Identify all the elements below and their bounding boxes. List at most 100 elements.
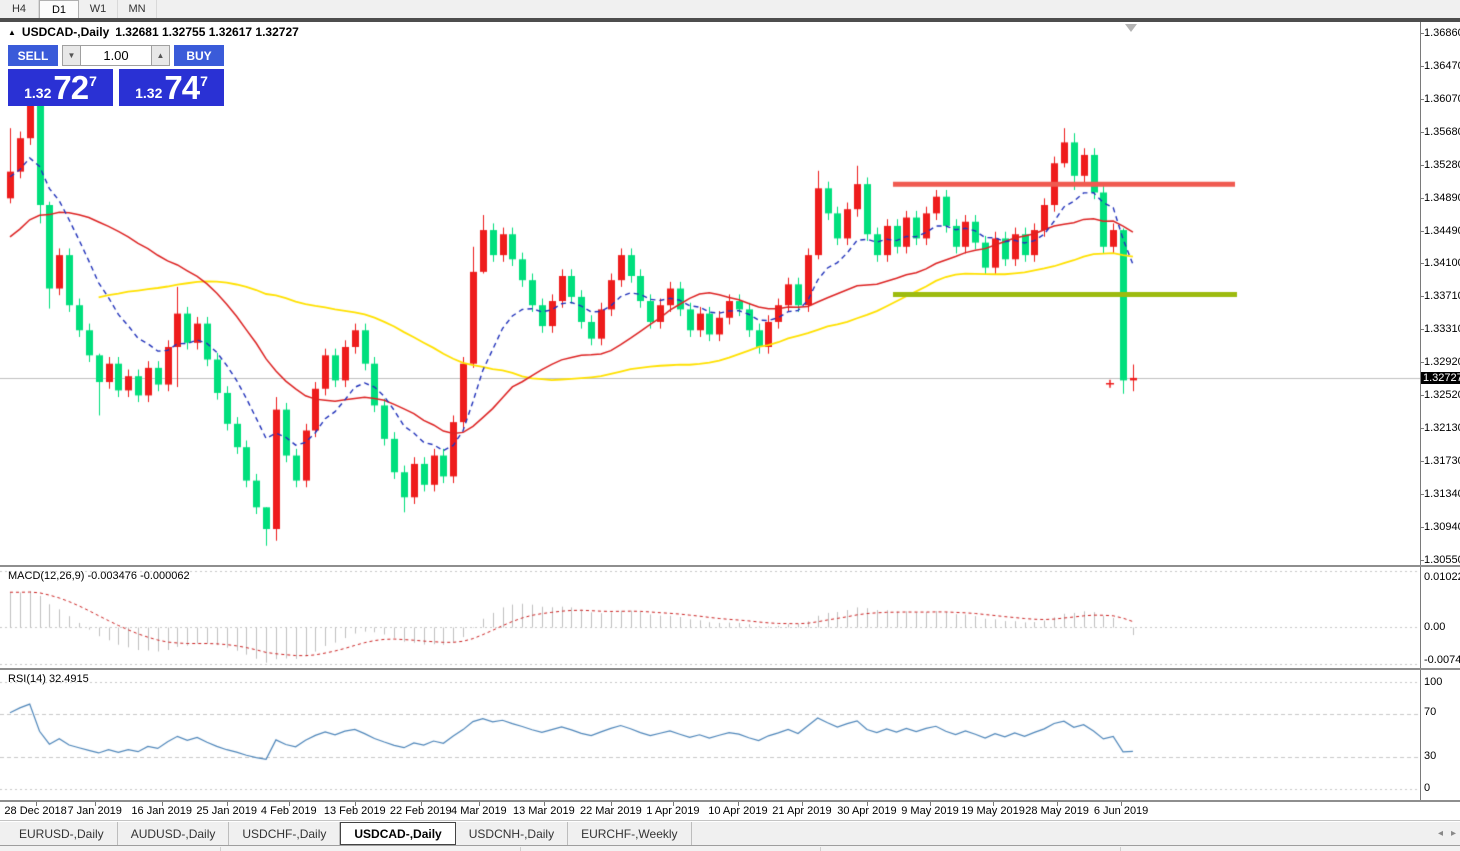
axis-tick: [1420, 560, 1424, 561]
volume-increase-icon[interactable]: ▲: [151, 45, 170, 66]
date-axis-label: 1 Apr 2019: [646, 805, 699, 817]
timeframe-button-h4[interactable]: H4: [0, 0, 39, 18]
axis-tick: [1420, 165, 1424, 166]
next-window-edge: [0, 845, 1460, 851]
price-axis-label: 1.34890: [1424, 192, 1460, 204]
price-axis-label: 1.33310: [1424, 323, 1460, 335]
tab-scroll-right-icon[interactable]: ▸: [1451, 828, 1456, 839]
axis-tick: [1420, 33, 1424, 34]
date-axis-tick: [95, 802, 96, 806]
tab-audusd-daily[interactable]: AUDUSD-,Daily: [118, 822, 230, 845]
collapse-arrow-icon[interactable]: ▲: [8, 28, 16, 37]
panel-separator[interactable]: [0, 668, 1460, 670]
date-axis-label: 4 Mar 2019: [451, 805, 507, 817]
price-axis-label: 1.30550: [1424, 554, 1460, 566]
date-axis-tick: [289, 802, 290, 806]
date-axis-label: 16 Jan 2019: [131, 805, 192, 817]
date-axis-label: 22 Mar 2019: [580, 805, 642, 817]
timeframe-button-w1[interactable]: W1: [79, 0, 118, 18]
price-axis-label: 1.30940: [1424, 521, 1460, 533]
date-axis-label: 22 Feb 2019: [390, 805, 452, 817]
axis-tick: [1420, 362, 1424, 363]
date-axis-label: 30 Apr 2019: [837, 805, 896, 817]
buy-price-big: 74: [164, 71, 199, 104]
date-axis-tick: [930, 802, 931, 806]
buy-button[interactable]: BUY: [174, 45, 224, 66]
macd-indicator-canvas[interactable]: [0, 567, 1420, 668]
tab-usdcad-daily[interactable]: USDCAD-,Daily: [340, 822, 455, 845]
symbol-period-label: USDCAD-,Daily: [22, 25, 109, 39]
date-axis-tick: [355, 802, 356, 806]
axis-tick: [1420, 99, 1424, 100]
price-axis-label: 1.35280: [1424, 159, 1460, 171]
price-axis-label: 1.36070: [1424, 93, 1460, 105]
date-axis-tick: [227, 802, 228, 806]
panel-separator[interactable]: [0, 565, 1460, 567]
buy-price-sup: 7: [200, 73, 208, 89]
buy-price-small: 1.32: [135, 85, 162, 101]
axis-tick: [1420, 66, 1424, 67]
date-axis-label: 13 Mar 2019: [513, 805, 575, 817]
date-axis-label: 19 May 2019: [961, 805, 1025, 817]
date-axis-label: 6 Jun 2019: [1094, 805, 1148, 817]
tab-eurchf-weekly[interactable]: EURCHF-,Weekly: [568, 822, 691, 845]
axis-tick: [1420, 428, 1424, 429]
date-axis-tick: [479, 802, 480, 806]
indicator-axis-label: 0.010229: [1424, 571, 1460, 583]
volume-input[interactable]: 1.00: [81, 45, 151, 66]
price-axis-label: 1.31340: [1424, 488, 1460, 500]
price-axis-label: 1.34100: [1424, 257, 1460, 269]
axis-tick: [1420, 527, 1424, 528]
price-axis-label: 1.34490: [1424, 225, 1460, 237]
timeframe-button-d1[interactable]: D1: [39, 0, 79, 18]
sell-price-small: 1.32: [24, 85, 51, 101]
date-axis-tick: [421, 802, 422, 806]
chart-title: ▲ USDCAD-,Daily 1.32681 1.32755 1.32617 …: [8, 25, 299, 39]
tab-usdchf-daily[interactable]: USDCHF-,Daily: [229, 822, 340, 845]
tab-eurusd-daily[interactable]: EURUSD-,Daily: [6, 822, 118, 845]
tab-scroll-arrows: ◂ ▸: [1438, 822, 1456, 845]
date-axis-tick: [802, 802, 803, 806]
axis-tick: [1420, 198, 1424, 199]
date-axis-tick: [673, 802, 674, 806]
auto-scroll-marker-icon[interactable]: [1125, 24, 1137, 32]
price-axis-label: 1.35680: [1424, 126, 1460, 138]
indicator-axis-label: 0.00: [1424, 621, 1460, 633]
chart-tab-bar: EURUSD-,Daily AUDUSD-,Daily USDCHF-,Dail…: [0, 822, 1460, 845]
timeframe-toolbar: H4 D1 W1 MN: [0, 0, 1460, 19]
date-axis-label: 10 Apr 2019: [708, 805, 767, 817]
axis-tick: [1420, 395, 1424, 396]
tab-usdcnh-daily[interactable]: USDCNH-,Daily: [456, 822, 568, 845]
price-axis-label: 1.33710: [1424, 290, 1460, 302]
date-axis-tick: [738, 802, 739, 806]
axis-tick: [1420, 231, 1424, 232]
date-axis-label: 21 Apr 2019: [772, 805, 831, 817]
price-axis-border: [1420, 22, 1421, 800]
price-axis-label: 1.31730: [1424, 455, 1460, 467]
date-axis-label: 28 May 2019: [1025, 805, 1089, 817]
current-price-badge: 1.32727: [1421, 372, 1460, 384]
price-axis-label: 1.36470: [1424, 60, 1460, 72]
rsi-indicator-canvas[interactable]: [0, 670, 1420, 800]
axis-tick: [1420, 329, 1424, 330]
tab-scroll-left-icon[interactable]: ◂: [1438, 828, 1443, 839]
sell-price-panel[interactable]: 1.32 72 7: [8, 69, 113, 106]
macd-label: MACD(12,26,9) -0.003476 -0.000062: [8, 570, 190, 582]
indicator-axis-label: 0: [1424, 782, 1460, 794]
date-axis-label: 4 Feb 2019: [261, 805, 317, 817]
axis-tick: [1420, 132, 1424, 133]
date-axis-tick: [36, 802, 37, 806]
sell-button[interactable]: SELL: [8, 45, 58, 66]
indicator-axis-label: -0.00747: [1424, 654, 1460, 666]
volume-decrease-icon[interactable]: ▼: [62, 45, 81, 66]
date-axis-label: 9 May 2019: [901, 805, 958, 817]
date-axis-label: 28 Dec 2018: [4, 805, 66, 817]
mt4-terminal: H4 D1 W1 MN ▲ USDCAD-,Daily 1.32681 1.32…: [0, 0, 1460, 851]
one-click-trading-widget: SELL ▼ 1.00 ▲ BUY 1.32 72 7 1.32 74 7: [8, 45, 224, 106]
axis-tick: [1420, 494, 1424, 495]
rsi-label: RSI(14) 32.4915: [8, 673, 89, 685]
buy-price-panel[interactable]: 1.32 74 7: [119, 69, 224, 106]
date-axis-tick: [867, 802, 868, 806]
date-axis-tick: [993, 802, 994, 806]
timeframe-button-mn[interactable]: MN: [118, 0, 157, 18]
